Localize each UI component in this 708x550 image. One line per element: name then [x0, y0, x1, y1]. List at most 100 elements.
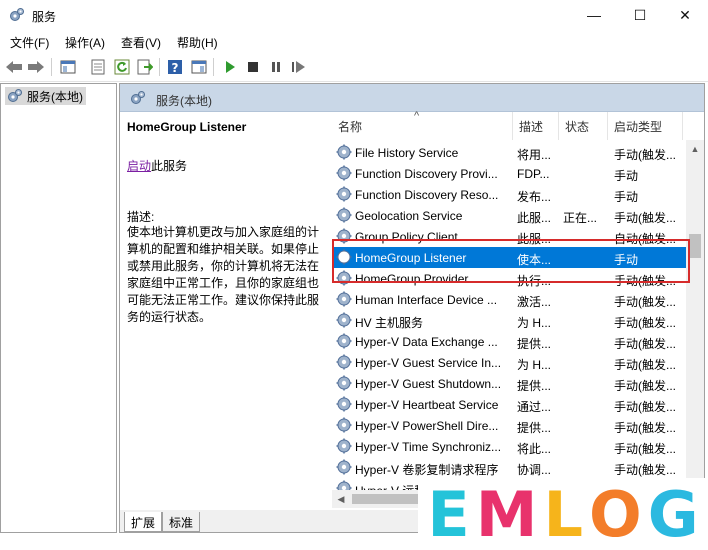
service-startup-type: 手动(触发...: [614, 442, 676, 456]
tab-extended[interactable]: 扩展: [124, 512, 163, 532]
help-icon: ?: [168, 60, 182, 75]
refresh-button[interactable]: [113, 58, 131, 76]
service-name: HV 主机服务: [355, 316, 424, 330]
column-header-status[interactable]: 状态: [559, 112, 608, 140]
service-gear-icon: [336, 396, 352, 412]
menu-help[interactable]: 帮助(H): [177, 34, 218, 51]
refresh-icon: [114, 59, 130, 75]
scroll-left-icon[interactable]: ◀: [332, 490, 350, 508]
service-name: File History Service: [355, 146, 459, 160]
watermark-letter: G: [647, 477, 699, 550]
service-startup-type: 手动(触发...: [614, 211, 676, 225]
pause-service-button[interactable]: [267, 58, 285, 76]
service-name: Hyper-V Heartbeat Service: [355, 398, 499, 412]
description-text: 使本地计算机更改与加入家庭组的计算机的配置和维护相关联。如果停止或禁用此服务，你…: [127, 225, 320, 324]
start-service-suffix: 此服务: [151, 159, 188, 173]
service-name: Geolocation Service: [355, 209, 463, 223]
service-name: Hyper-V 卷影复制请求程序: [355, 463, 499, 477]
toolbar-separator: [51, 58, 52, 76]
minimize-button[interactable]: —: [571, 0, 617, 30]
service-gear-icon: [336, 354, 352, 370]
export-list-button[interactable]: [136, 58, 154, 76]
service-gear-icon: [336, 375, 352, 391]
service-row[interactable]: Hyper-V Heartbeat Service 通过... 手动(触发...: [334, 394, 686, 415]
service-row[interactable]: Group Policy Client 此服... 自动(触发...: [334, 226, 686, 247]
service-startup-type: 手动(触发...: [614, 337, 676, 351]
service-startup-type: 手动(触发...: [614, 295, 676, 309]
service-row[interactable]: HomeGroup Listener 使本... 手动: [334, 247, 686, 268]
menu-file[interactable]: 文件(F): [10, 34, 49, 51]
show-action-pane-button[interactable]: [190, 58, 208, 76]
column-header-name[interactable]: 名称 ^: [332, 110, 513, 140]
properties-icon: [91, 59, 105, 75]
stop-icon: [248, 62, 258, 72]
service-startup-type: 手动: [614, 190, 639, 204]
service-name: Hyper-V PowerShell Dire...: [355, 419, 499, 433]
start-service-link[interactable]: 启动: [127, 159, 151, 173]
forward-arrow-icon: [28, 61, 44, 73]
service-row[interactable]: File History Service 将用... 手动(触发...: [334, 142, 686, 163]
service-row[interactable]: Function Discovery Provi... FDP... 手动: [334, 163, 686, 184]
help-button[interactable]: ?: [166, 58, 184, 76]
column-header-startup-type-label: 启动类型: [614, 119, 663, 134]
menu-action[interactable]: 操作(A): [65, 34, 105, 51]
forward-button[interactable]: [27, 58, 45, 76]
service-description: 为 H...: [517, 358, 552, 372]
stop-service-button[interactable]: [244, 58, 262, 76]
service-description: 为 H...: [517, 316, 552, 330]
service-name: Group Policy Client: [355, 230, 458, 244]
service-gear-icon: [336, 417, 352, 433]
service-row[interactable]: Human Interface Device ... 激活... 手动(触发...: [334, 289, 686, 310]
vertical-scrollbar[interactable]: ▲ ▼: [686, 140, 704, 520]
properties-button[interactable]: [89, 58, 107, 76]
pane-title: 服务(本地): [156, 94, 212, 108]
start-service-button[interactable]: [221, 58, 239, 76]
services-gear-icon: [8, 89, 22, 102]
toolbar-separator: [159, 58, 160, 76]
column-header-startup-type[interactable]: 启动类型: [608, 112, 683, 140]
services-gear-icon: [10, 8, 24, 21]
tree-item-services-local[interactable]: 服务(本地): [5, 87, 86, 105]
service-row[interactable]: HomeGroup Provider 执行... 手动(触发...: [334, 268, 686, 289]
restart-service-button[interactable]: [290, 58, 308, 76]
service-description: 此服...: [517, 211, 552, 225]
toolbar-separator: [213, 58, 214, 76]
title-bar: 服务 — ☐ ✕: [0, 0, 708, 30]
service-name: HomeGroup Listener: [355, 251, 467, 265]
service-gear-icon: [336, 291, 352, 307]
service-description: FDP...: [517, 167, 550, 181]
service-row[interactable]: Geolocation Service 此服... 正在... 手动(触发...: [334, 205, 686, 226]
service-row[interactable]: Hyper-V Guest Service In... 为 H... 手动(触发..…: [334, 352, 686, 373]
show-console-tree-button[interactable]: [59, 58, 77, 76]
service-name: Hyper-V Data Exchange ...: [355, 335, 498, 349]
column-header-description[interactable]: 描述: [513, 112, 559, 140]
close-button[interactable]: ✕: [662, 0, 708, 30]
service-description: 协调...: [517, 463, 552, 477]
scroll-up-icon[interactable]: ▲: [686, 140, 704, 158]
maximize-button[interactable]: ☐: [617, 0, 663, 30]
tab-standard[interactable]: 标准: [162, 512, 201, 532]
service-row[interactable]: HV 主机服务 为 H... 手动(触发...: [334, 310, 686, 331]
services-list: 名称 ^ 描述 状态 启动类型 File History Service 将用..…: [332, 110, 704, 520]
service-startup-type: 手动(触发...: [614, 421, 676, 435]
service-row[interactable]: Hyper-V Guest Shutdown... 提供... 手动(触发...: [334, 373, 686, 394]
service-row[interactable]: Hyper-V 卷影复制请求程序 协调... 手动(触发...: [334, 457, 686, 478]
toolbar: ?: [0, 52, 708, 82]
back-arrow-icon: [6, 61, 22, 73]
service-gear-icon: [336, 144, 352, 160]
service-name: Human Interface Device ...: [355, 293, 498, 307]
column-header-status-label: 状态: [565, 119, 590, 134]
back-button[interactable]: [5, 58, 23, 76]
services-gear-icon: [131, 91, 145, 104]
vertical-scroll-thumb[interactable]: [689, 234, 701, 258]
service-row[interactable]: Hyper-V PowerShell Dire... 提供... 手动(触发...: [334, 415, 686, 436]
service-row[interactable]: Function Discovery Reso... 发布... 手动: [334, 184, 686, 205]
service-row[interactable]: Hyper-V Data Exchange ... 提供... 手动(触发...: [334, 331, 686, 352]
restart-icon: [292, 61, 305, 73]
service-row[interactable]: Hyper-V Time Synchroniz... 将此... 手动(触发...: [334, 436, 686, 457]
service-gear-icon: [336, 228, 352, 244]
menu-view[interactable]: 查看(V): [121, 34, 161, 51]
service-name: Hyper-V Time Synchroniz...: [355, 440, 502, 454]
service-name: Function Discovery Provi...: [355, 167, 498, 181]
service-name: HomeGroup Provider: [355, 272, 469, 286]
